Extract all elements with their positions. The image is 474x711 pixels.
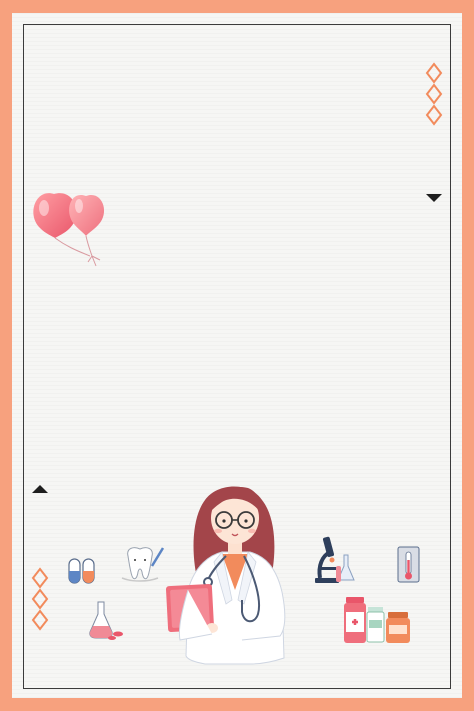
diamond-icon	[425, 62, 443, 126]
balloon-icon	[33, 193, 105, 267]
diamond-icon	[31, 567, 49, 631]
thermometer-icon	[397, 546, 420, 583]
triangle-icon	[426, 194, 442, 202]
microscope-icon	[315, 536, 355, 583]
doctor-illustration	[165, 486, 286, 665]
pill-capsule-icon	[68, 558, 95, 584]
illustration-layer	[31, 62, 443, 665]
flask-icon	[89, 601, 123, 640]
medicine-bottle-icon	[344, 597, 410, 643]
poster-background	[0, 0, 474, 711]
tooth-icon	[121, 547, 165, 582]
triangle-icon	[32, 485, 48, 493]
